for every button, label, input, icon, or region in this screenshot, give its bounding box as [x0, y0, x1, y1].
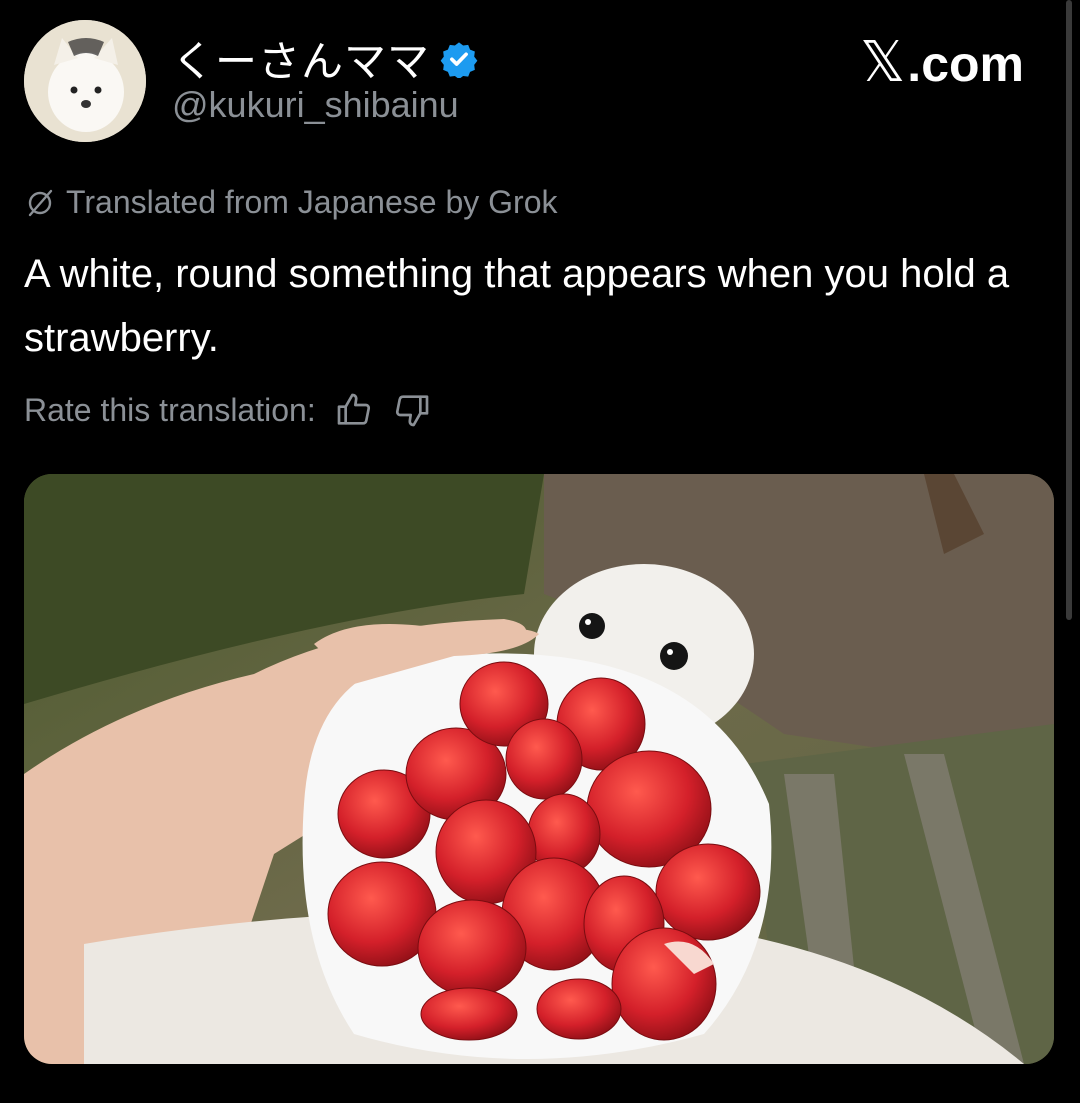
dog-avatar-icon — [24, 20, 146, 142]
post-text: A white, round something that appears wh… — [24, 252, 1010, 360]
display-name[interactable]: くーさんママ — [172, 28, 430, 89]
x-logo-icon: 𝕏 .com — [860, 30, 1024, 95]
rate-label: Rate this translation: — [24, 391, 316, 428]
brand-domain: .com — [907, 36, 1024, 92]
post-image[interactable] — [24, 474, 1054, 1064]
grok-icon — [28, 189, 53, 216]
translation-notice-text: Translated from Japanese by Grok — [66, 184, 558, 220]
verified-badge-icon — [440, 41, 478, 78]
brand-x: 𝕏 — [860, 30, 906, 95]
avatar[interactable] — [24, 20, 146, 142]
photo-strawberries-dog — [24, 474, 1054, 1064]
thumbs-up-icon[interactable] — [334, 390, 374, 430]
user-handle[interactable]: @kukuri_shibainu — [172, 84, 459, 126]
translation-notice: Translated from Japanese by Grok — [24, 184, 557, 221]
scrollbar[interactable] — [1066, 0, 1072, 620]
thumbs-down-icon[interactable] — [392, 390, 432, 430]
rate-translation: Rate this translation: — [24, 390, 432, 430]
